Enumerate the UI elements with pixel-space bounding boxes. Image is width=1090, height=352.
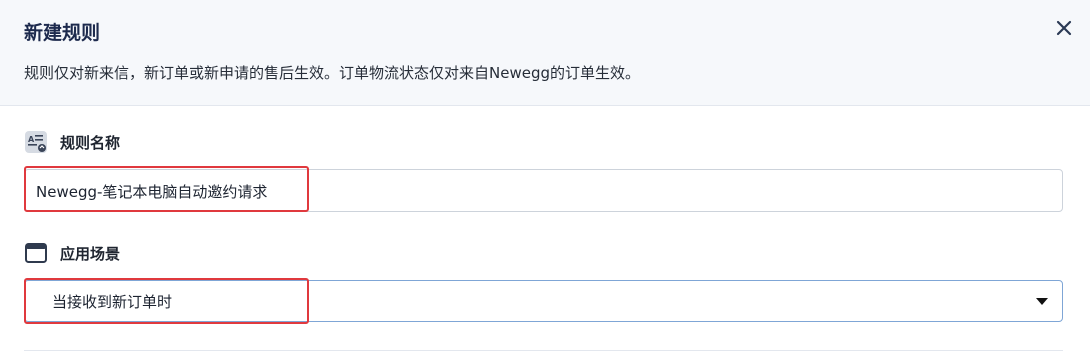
dialog-header: 新建规则 规则仅对新来信，新订单或新申请的售后生效。订单物流状态仅对来自Newe… [0,0,1090,106]
rule-name-input[interactable]: Newegg-笔记本电脑自动邀约请求 [24,169,1063,212]
scenario-label-row: 应用场景 [24,241,120,265]
scenario-select[interactable]: 当接收到新订单时 [24,280,1063,322]
rule-name-value: Newegg-笔记本电脑自动邀约请求 [36,183,268,201]
rule-name-label: 规则名称 [60,133,121,152]
rule-name-icon: A [24,130,48,154]
scenario-label: 应用场景 [60,244,121,263]
scenario-selected-value: 当接收到新订单时 [52,293,173,311]
svg-text:A: A [28,135,35,144]
close-icon[interactable] [1052,16,1076,40]
dropdown-arrow-icon[interactable] [1036,298,1048,305]
dialog-title: 新建规则 [24,22,101,44]
dialog-subtitle: 规则仅对新来信，新订单或新申请的售后生效。订单物流状态仅对来自Newegg的订单… [24,64,640,82]
bottom-divider [24,350,1063,351]
rule-name-label-row: A 规则名称 [24,130,120,154]
window-icon [24,241,48,265]
